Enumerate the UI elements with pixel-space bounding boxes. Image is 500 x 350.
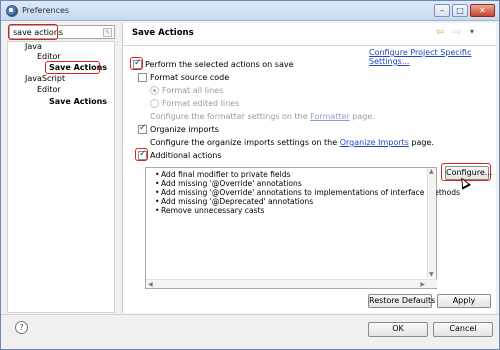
filter-text: save actions bbox=[13, 28, 64, 37]
perform-actions-row[interactable]: Perform the selected actions on save bbox=[133, 58, 294, 69]
format-all-radio bbox=[150, 86, 159, 95]
format-edited-label: Format edited lines bbox=[162, 99, 240, 108]
title-bar: Preferences – □ ✕ bbox=[1, 1, 499, 21]
list-item: • Add missing '@Override' annotations bbox=[155, 179, 302, 188]
format-source-label: Format source code bbox=[150, 73, 230, 82]
tree-item-java-save-actions[interactable]: Save Actions bbox=[49, 63, 107, 72]
tree-item-javascript[interactable]: JavaScript bbox=[25, 74, 65, 83]
tree-item-javascript-editor[interactable]: Editor bbox=[37, 85, 61, 94]
list-item-text: Remove unnecessary casts bbox=[161, 206, 265, 215]
list-item-text: Add missing '@Override' annotations bbox=[161, 179, 302, 188]
list-item-text: Add final modifier to private fields bbox=[161, 170, 291, 179]
close-button[interactable]: ✕ bbox=[470, 4, 495, 17]
back-arrow-icon[interactable]: ⇦ bbox=[436, 27, 444, 38]
organize-imports-row[interactable]: Organize imports bbox=[138, 123, 219, 134]
list-item: • Remove unnecessary casts bbox=[155, 206, 265, 215]
eclipse-app-icon bbox=[6, 5, 18, 17]
filter-input[interactable]: save actions ✎ bbox=[9, 25, 115, 39]
perform-actions-label: Perform the selected actions on save bbox=[145, 60, 294, 69]
apply-button[interactable]: Apply bbox=[437, 294, 491, 308]
configure-project-settings-link[interactable]: Configure Project Specific Settings... bbox=[369, 48, 496, 66]
format-all-row: Format all lines bbox=[150, 86, 223, 95]
ok-button[interactable]: OK bbox=[368, 322, 428, 337]
maximize-button[interactable]: □ bbox=[452, 4, 468, 17]
formatter-description: Configure the formatter settings on the … bbox=[150, 112, 375, 121]
formatter-desc-after: page. bbox=[349, 112, 375, 121]
organize-imports-checkbox[interactable] bbox=[138, 123, 147, 134]
format-all-label: Format all lines bbox=[162, 86, 224, 95]
list-item: • Add missing '@Override' annotations to … bbox=[155, 188, 461, 197]
tree-item-java[interactable]: Java bbox=[25, 42, 42, 51]
additional-actions-list[interactable]: • Add final modifier to private fields • A… bbox=[145, 167, 460, 289]
scroll-up-icon[interactable]: ▲ bbox=[429, 168, 434, 175]
organize-desc-after: page. bbox=[408, 138, 434, 147]
preferences-window: Preferences – □ ✕ save actions ✎ Java Ed… bbox=[0, 0, 500, 350]
organize-imports-label: Organize imports bbox=[150, 125, 219, 134]
organize-desc-before: Configure the organize imports settings … bbox=[150, 138, 340, 147]
list-item: • Add final modifier to private fields bbox=[155, 170, 291, 179]
title-separator bbox=[123, 45, 497, 46]
list-item: • Add missing '@Deprecated' annotations bbox=[155, 197, 314, 206]
format-edited-row: Format edited lines bbox=[150, 99, 239, 108]
footer-separator bbox=[1, 314, 499, 315]
help-icon[interactable]: ? bbox=[15, 321, 28, 334]
format-source-row[interactable]: Format source code bbox=[138, 73, 229, 82]
formatter-link[interactable]: Formatter bbox=[310, 112, 350, 121]
additional-actions-checkbox[interactable] bbox=[138, 149, 147, 160]
format-source-checkbox[interactable] bbox=[138, 73, 147, 82]
format-edited-radio bbox=[150, 99, 159, 108]
cancel-button[interactable]: Cancel bbox=[433, 322, 493, 337]
page-title: Save Actions bbox=[132, 28, 194, 38]
additional-actions-row[interactable]: Additional actions bbox=[138, 149, 222, 160]
additional-actions-label: Additional actions bbox=[150, 151, 222, 160]
minimize-button[interactable]: – bbox=[434, 4, 450, 17]
perform-actions-checkbox[interactable] bbox=[133, 58, 142, 69]
scroll-down-icon[interactable]: ▼ bbox=[429, 271, 434, 278]
tree-item-javascript-save-actions[interactable]: Save Actions bbox=[49, 97, 107, 106]
list-vertical-scrollbar[interactable]: ▲ ▼ bbox=[427, 168, 436, 278]
scroll-right-icon[interactable]: ▶ bbox=[420, 281, 425, 288]
scroll-left-icon[interactable]: ◀ bbox=[148, 281, 153, 288]
window-title: Preferences bbox=[22, 6, 70, 15]
forward-arrow-icon[interactable]: ⇨ bbox=[453, 27, 461, 38]
clear-filter-icon[interactable]: ✎ bbox=[103, 28, 112, 37]
organize-imports-link[interactable]: Organize Imports bbox=[340, 138, 409, 147]
view-menu-icon[interactable]: ▾ bbox=[470, 27, 474, 36]
save-actions-panel: Save Actions ⇦ ⇨ ▾ Configure Project Spe… bbox=[122, 23, 497, 313]
list-horizontal-scrollbar[interactable]: ◀ ▶ bbox=[146, 279, 437, 288]
preferences-tree: Java Editor Save Actions JavaScript Edit… bbox=[7, 41, 115, 313]
list-item-text: Add missing '@Override' annotations to i… bbox=[161, 188, 461, 197]
organize-imports-description: Configure the organize imports settings … bbox=[150, 138, 434, 147]
tree-item-java-editor[interactable]: Editor bbox=[37, 52, 61, 61]
formatter-desc-before: Configure the formatter settings on the bbox=[150, 112, 311, 121]
restore-defaults-button[interactable]: Restore Defaults bbox=[368, 294, 435, 308]
list-item-text: Add missing '@Deprecated' annotations bbox=[161, 197, 314, 206]
